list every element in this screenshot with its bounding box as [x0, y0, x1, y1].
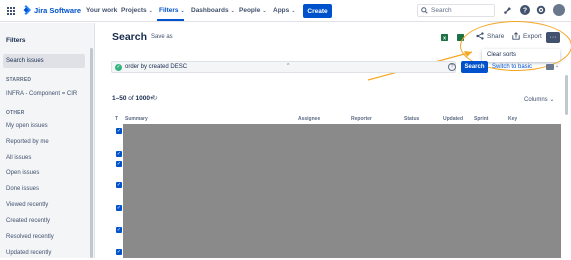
- sidebar-item-my-open-issues[interactable]: My open issues: [3, 119, 85, 133]
- refresh-icon[interactable]: ↻: [152, 94, 158, 102]
- search-placeholder: Search: [431, 7, 452, 14]
- columns-button[interactable]: Columns ⌄: [524, 96, 554, 103]
- sidebar-item-search-issues[interactable]: Search issues: [3, 54, 85, 68]
- active-nav-indicator: [157, 19, 184, 21]
- chevron-down-icon: ⌄: [262, 8, 267, 14]
- chevron-down-icon: ⌄: [549, 97, 555, 103]
- nav-your-work[interactable]: Your work: [86, 7, 117, 14]
- row-select-checkbox[interactable]: ✓: [116, 249, 122, 255]
- main-scrollbar[interactable]: [565, 75, 568, 115]
- nav-people[interactable]: People ⌄: [239, 7, 267, 14]
- sidebar-item-starred-filter[interactable]: INFRA - Component = CIR: [3, 87, 85, 101]
- top-navigation: Jira Software Your work Projects ⌄ Filter…: [0, 0, 571, 22]
- row-select-checkbox[interactable]: ✓: [116, 161, 122, 167]
- chevron-down-icon: ⌄: [555, 63, 560, 69]
- save-as-button[interactable]: Save as: [151, 34, 173, 40]
- chevron-down-icon: ⌄: [148, 8, 153, 14]
- jira-logo[interactable]: Jira Software: [21, 5, 81, 15]
- other-heading: OTHER: [6, 110, 25, 116]
- page-title: Search: [112, 31, 148, 43]
- caret-icon: ^: [287, 63, 290, 69]
- help-icon[interactable]: ?: [520, 5, 530, 15]
- brand-name: Jira Software: [34, 5, 82, 15]
- chevron-down-icon: ⌄: [291, 8, 296, 14]
- results-count: 1–50 of 1000+: [112, 95, 154, 102]
- svg-text:?: ?: [523, 8, 527, 15]
- column-updated[interactable]: Updated: [443, 116, 463, 122]
- starred-heading: STARRED: [6, 77, 32, 83]
- row-select-checkbox[interactable]: ✓: [116, 182, 122, 188]
- row-select-checkbox[interactable]: ✓: [116, 151, 122, 157]
- nav-projects[interactable]: Projects ⌄: [121, 7, 153, 14]
- create-button[interactable]: Create: [303, 4, 332, 18]
- sidebar-item-done-issues[interactable]: Done issues: [3, 182, 85, 196]
- column-key[interactable]: Key: [508, 116, 517, 122]
- chevron-down-icon: ⌄: [230, 8, 235, 14]
- global-search-input[interactable]: Search: [417, 4, 495, 17]
- search-icon: [421, 7, 428, 14]
- column-assignee[interactable]: Assignee: [298, 116, 320, 122]
- column-type[interactable]: T: [115, 116, 118, 122]
- filters-sidebar: Filters Search issues STARRED INFRA - Co…: [0, 23, 95, 258]
- sidebar-item-resolved-recently[interactable]: Resolved recently: [3, 230, 85, 244]
- column-reporter[interactable]: Reporter: [351, 116, 372, 122]
- nav-filters[interactable]: Filters ⌄: [159, 7, 185, 14]
- sidebar-item-viewed-recently[interactable]: Viewed recently: [3, 198, 85, 212]
- column-summary[interactable]: Summary: [125, 116, 148, 122]
- app-switcher-icon[interactable]: [7, 7, 15, 15]
- row-select-checkbox[interactable]: ✓: [116, 205, 122, 211]
- settings-gear-icon[interactable]: [536, 5, 546, 15]
- jql-help-icon[interactable]: ?: [448, 63, 456, 71]
- language-flag-icon[interactable]: [546, 64, 554, 70]
- valid-query-check-icon: ✓: [115, 63, 122, 71]
- row-select-checkbox[interactable]: ✓: [116, 128, 122, 134]
- column-status[interactable]: Status: [404, 116, 419, 122]
- annotation-arrow: [367, 51, 473, 81]
- sidebar-item-reported-by-me[interactable]: Reported by me: [3, 135, 85, 149]
- nav-apps[interactable]: Apps ⌄: [273, 7, 295, 14]
- row-select-checkbox[interactable]: ✓: [116, 227, 122, 233]
- sidebar-title: Filters: [6, 37, 26, 44]
- notifications-icon[interactable]: [503, 5, 513, 15]
- jira-mark-icon: [23, 5, 31, 15]
- jql-query-input[interactable]: ✓ order by created DESC ^: [111, 61, 456, 73]
- jql-text: order by created DESC: [125, 64, 188, 70]
- sidebar-scrollbar[interactable]: [90, 48, 93, 258]
- switch-to-basic-link[interactable]: Switch to basic: [492, 64, 532, 70]
- user-avatar[interactable]: [553, 4, 565, 16]
- sidebar-item-created-recently[interactable]: Created recently: [3, 214, 85, 228]
- column-sprint[interactable]: Sprint: [474, 116, 488, 122]
- search-button[interactable]: Search: [461, 61, 488, 73]
- nav-dashboards[interactable]: Dashboards ⌄: [191, 7, 235, 14]
- redacted-results-area: [123, 124, 561, 258]
- chevron-down-icon: ⌄: [180, 8, 185, 14]
- sidebar-item-open-issues[interactable]: Open issues: [3, 166, 85, 180]
- sidebar-item-all-issues[interactable]: All issues: [3, 151, 85, 165]
